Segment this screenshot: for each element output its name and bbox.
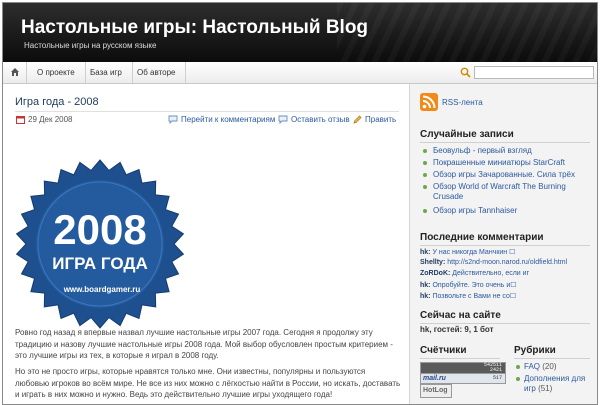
home-icon xyxy=(11,68,19,76)
comment-text[interactable]: Действительно, если иг xyxy=(452,270,529,277)
comment-author: hk: xyxy=(420,249,431,256)
list-bullet xyxy=(423,173,427,177)
main-content: Игра года - 2008 29 Дек 2008 Перейти к к… xyxy=(3,84,410,404)
calendar-icon xyxy=(16,116,25,124)
random-posts-title: Случайные записи xyxy=(420,129,514,140)
counter-numbers: 542511 2421 xyxy=(484,363,502,373)
badge-year: 2008 xyxy=(53,206,146,253)
counter-hotlog-label: HotLog xyxy=(423,387,448,394)
online-divider xyxy=(420,323,590,324)
search-icon[interactable] xyxy=(460,67,471,78)
random-post-5[interactable]: Обзор игры Tannhaiser xyxy=(433,206,593,216)
main-nav: О проекте База игр Об авторе xyxy=(3,62,597,84)
comment-3[interactable]: ZoRDoK: Действительно, если иг xyxy=(420,270,529,277)
online-guests: , гостей: 9, 1 бот xyxy=(429,325,494,334)
post-title[interactable]: Игра года - 2008 xyxy=(15,96,99,108)
comment-author: Shellty: xyxy=(420,259,446,266)
post-date: 29 Дек 2008 xyxy=(16,114,73,126)
rubrics-title: Рубрики xyxy=(514,345,556,356)
recent-comments-divider xyxy=(420,245,590,246)
rubric-faq[interactable]: FAQ (20) xyxy=(524,362,594,372)
site-tagline: Настольные игры на русском языке xyxy=(24,41,157,50)
comment-text[interactable]: Позвольте с Вами не со☐ xyxy=(432,293,516,300)
comments-icon xyxy=(168,115,178,125)
comment-author: hk: xyxy=(420,293,431,300)
counter-number: 517 xyxy=(492,375,502,381)
badge-site: www.boardgamer.ru xyxy=(63,285,141,294)
browser-frame: Настольные игры: Настольный Blog Настоль… xyxy=(2,2,598,405)
counter-mailru-label: mail.ru xyxy=(423,375,446,382)
rubric-count: (51) xyxy=(538,384,553,393)
sidebar: RSS-лента Случайные записи Беовульф - пе… xyxy=(410,84,597,404)
leave-review-link[interactable]: Оставить отзыв xyxy=(278,114,350,126)
comment-1[interactable]: hk: У нас никогда Манчкин ☐ xyxy=(420,248,515,256)
counter-mailru[interactable]: mail.ru 517 xyxy=(420,373,506,384)
comment-2[interactable]: Shellty: http://s2nd-moon.narod.ru/oldfi… xyxy=(420,259,567,266)
random-post-2[interactable]: Покрашенные миниатюры StarCraft xyxy=(433,158,593,168)
pencil-icon xyxy=(353,115,362,124)
post-date-text: 29 Дек 2008 xyxy=(28,115,73,124)
list-bullet xyxy=(423,185,427,189)
rss-icon[interactable] xyxy=(420,93,438,111)
leave-review-text[interactable]: Оставить отзыв xyxy=(291,115,350,124)
counters-divider xyxy=(420,358,500,359)
online-title: Сейчас на сайте xyxy=(420,310,501,321)
search-input[interactable] xyxy=(474,66,594,79)
badge-caption: ИГРА ГОДА xyxy=(52,254,148,273)
comment-4[interactable]: hk: Опробуйте. Это очень и☐ xyxy=(420,281,517,289)
header-stripes xyxy=(337,3,597,62)
post-paragraph-2: Но это не просто игры, которые нравятся … xyxy=(15,367,401,399)
post-paragraph-1: Ровно год назад я впервые назвал лучшие … xyxy=(15,328,393,360)
counters-title: Счётчики xyxy=(420,345,467,356)
random-post-4[interactable]: Обзор World of Warcraft The Burning Crus… xyxy=(433,182,573,202)
rubrics-divider xyxy=(514,358,590,359)
random-post-1[interactable]: Беовульф - первый взгляд xyxy=(433,146,593,156)
nav-home-button[interactable] xyxy=(3,62,27,83)
rubric-name[interactable]: FAQ xyxy=(524,362,540,371)
nav-item-author[interactable]: Об авторе xyxy=(127,62,187,83)
go-to-comments-text[interactable]: Перейти к комментариям xyxy=(181,115,275,124)
post-title-divider xyxy=(15,111,399,112)
list-bullet xyxy=(423,149,427,153)
rubric-count: (20) xyxy=(542,362,557,371)
review-icon xyxy=(278,115,288,125)
comment-5[interactable]: hk: Позвольте с Вами не со☐ xyxy=(420,292,516,300)
rubric-name[interactable]: Дополнения для игр xyxy=(524,374,585,393)
counter-hotlog[interactable]: HotLog xyxy=(420,384,452,398)
random-posts-divider xyxy=(420,142,590,143)
edit-text[interactable]: Править xyxy=(365,115,396,124)
nav-item-about[interactable]: О проекте xyxy=(27,62,86,83)
online-user[interactable]: hk xyxy=(420,325,429,334)
site-header: Настольные игры: Настольный Blog Настоль… xyxy=(3,3,597,62)
go-to-comments-link[interactable]: Перейти к комментариям xyxy=(168,114,275,126)
nav-item-games-db[interactable]: База игр xyxy=(80,62,133,83)
comment-text[interactable]: http://s2nd-moon.narod.ru/oldfield.html xyxy=(447,259,567,266)
rubric-addons[interactable]: Дополнения для игр (51) xyxy=(524,374,594,394)
site-title[interactable]: Настольные игры: Настольный Blog xyxy=(21,17,368,39)
rss-link[interactable]: RSS-лента xyxy=(442,98,483,107)
list-bullet xyxy=(423,209,427,213)
random-post-3[interactable]: Обзор игры Зачарованные. Сила трёх xyxy=(433,170,593,180)
list-bullet xyxy=(516,377,520,381)
recent-comments-title: Последние комментарии xyxy=(420,232,544,243)
comment-text[interactable]: Опробуйте. Это очень и☐ xyxy=(432,282,516,289)
comment-author: hk: xyxy=(420,282,431,289)
comment-text[interactable]: У нас никогда Манчкин ☐ xyxy=(432,249,515,256)
comment-author: ZoRDoK: xyxy=(420,270,451,277)
list-bullet xyxy=(516,365,520,369)
edit-link[interactable]: Править xyxy=(353,114,396,126)
list-bullet xyxy=(423,161,427,165)
online-status: hk, гостей: 9, 1 бот xyxy=(420,325,494,334)
